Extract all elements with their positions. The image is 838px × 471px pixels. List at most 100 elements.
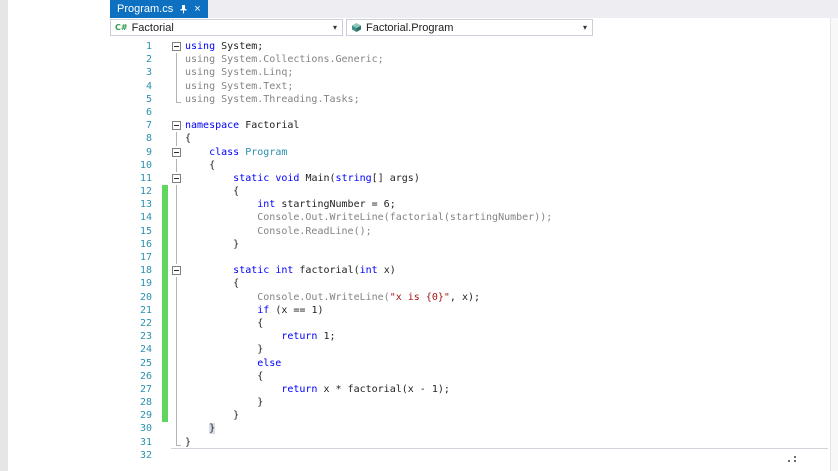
code-text[interactable]: using System.Collections.Generic;	[183, 53, 384, 66]
line-number[interactable]: 1	[110, 40, 158, 53]
code-text[interactable]: }	[183, 422, 216, 435]
code-text[interactable]: class Program	[183, 146, 287, 159]
code-line[interactable]: 30 }	[110, 422, 838, 436]
line-number[interactable]: 25	[110, 357, 158, 370]
line-number[interactable]: 22	[110, 317, 158, 330]
line-number[interactable]: 12	[110, 185, 158, 198]
code-line[interactable]: 31}	[110, 435, 838, 450]
code-text[interactable]: }	[183, 343, 263, 356]
line-number[interactable]: 30	[110, 422, 158, 435]
code-text[interactable]: return 1;	[183, 330, 335, 343]
code-line[interactable]: 22 {	[110, 316, 838, 331]
fold-toggle[interactable]	[171, 146, 183, 159]
code-text[interactable]: using System.Linq;	[183, 66, 293, 79]
line-number[interactable]: 27	[110, 383, 158, 396]
line-number[interactable]: 17	[110, 251, 158, 264]
code-line[interactable]: 4 using System.Text;	[110, 79, 838, 93]
line-number[interactable]: 8	[110, 132, 158, 145]
code-line[interactable]: 28 }	[110, 396, 838, 410]
code-line[interactable]: 16 }	[110, 237, 838, 251]
code-line[interactable]: 25 else	[110, 356, 838, 370]
code-text[interactable]: {	[183, 185, 239, 198]
code-line[interactable]: 20 Console.Out.WriteLine("x is {0}", x);	[110, 290, 838, 304]
resize-grip[interactable]	[788, 454, 800, 466]
code-line[interactable]: 10 {	[110, 158, 838, 172]
code-line[interactable]: 8{	[110, 132, 838, 146]
code-line[interactable]: 18 static int factorial(int x)	[110, 264, 838, 278]
line-number[interactable]: 26	[110, 370, 158, 383]
line-number[interactable]: 3	[110, 66, 158, 79]
line-number[interactable]: 24	[110, 343, 158, 356]
code-text[interactable]: int startingNumber = 6;	[183, 198, 395, 211]
line-number[interactable]: 9	[110, 146, 158, 159]
code-text[interactable]: {	[183, 370, 263, 383]
code-line[interactable]: 9 class Program	[110, 146, 838, 159]
code-text[interactable]: {	[183, 317, 263, 330]
line-number[interactable]: 4	[110, 80, 158, 93]
code-line[interactable]: 17	[110, 251, 838, 265]
fold-toggle[interactable]	[171, 264, 183, 277]
fold-toggle[interactable]	[171, 40, 183, 53]
code-text[interactable]: {	[183, 277, 239, 290]
code-line[interactable]: 1 using System;	[110, 40, 838, 53]
line-number[interactable]: 15	[110, 225, 158, 238]
line-number[interactable]: 6	[110, 106, 158, 119]
code-text[interactable]	[183, 449, 185, 462]
line-number[interactable]: 28	[110, 396, 158, 409]
code-line[interactable]: 5 using System.Threading.Tasks;	[110, 92, 838, 106]
code-text[interactable]	[183, 251, 185, 264]
code-line[interactable]: 19 {	[110, 277, 838, 291]
code-line[interactable]: 23 return 1;	[110, 330, 838, 344]
line-number[interactable]: 20	[110, 291, 158, 304]
code-line[interactable]: 12 {	[110, 185, 838, 199]
code-text[interactable]: if (x == 1)	[183, 304, 323, 317]
fold-toggle[interactable]	[171, 119, 183, 132]
code-area[interactable]: 1 using System; 2 using System.Collections.…	[110, 37, 838, 462]
code-text[interactable]: }	[183, 238, 239, 251]
fold-toggle[interactable]	[171, 172, 183, 185]
code-line[interactable]: 2 using System.Collections.Generic;	[110, 53, 838, 67]
code-text[interactable]: }	[183, 396, 263, 409]
line-number[interactable]: 21	[110, 304, 158, 317]
code-text[interactable]: Console.Out.WriteLine(factorial(starting…	[183, 211, 552, 224]
code-line[interactable]: 13 int startingNumber = 6;	[110, 198, 838, 212]
line-number[interactable]: 31	[110, 436, 158, 449]
code-text[interactable]: Console.ReadLine();	[183, 225, 371, 238]
code-line[interactable]: 15 Console.ReadLine();	[110, 224, 838, 238]
line-number[interactable]: 10	[110, 159, 158, 172]
code-text[interactable]: using System.Threading.Tasks;	[183, 93, 360, 106]
code-text[interactable]: }	[183, 409, 239, 422]
code-text[interactable]: using System.Text;	[183, 80, 293, 93]
code-text[interactable]: Console.Out.WriteLine("x is {0}", x);	[183, 291, 480, 304]
code-line[interactable]: 29 }	[110, 409, 838, 423]
line-number[interactable]: 19	[110, 277, 158, 290]
code-line[interactable]: 27 return x * factorial(x - 1);	[110, 382, 838, 397]
members-dropdown[interactable]: Factorial.Program ▾	[346, 19, 593, 36]
code-text[interactable]: else	[183, 357, 281, 370]
line-number[interactable]: 14	[110, 211, 158, 224]
pin-icon[interactable]	[179, 4, 188, 14]
line-number[interactable]: 13	[110, 198, 158, 211]
line-number[interactable]: 5	[110, 93, 158, 106]
code-text[interactable]: return x * factorial(x - 1);	[183, 383, 450, 396]
line-number[interactable]: 11	[110, 172, 158, 185]
line-number[interactable]: 29	[110, 409, 158, 422]
chevron-down-icon[interactable]: ▾	[333, 23, 338, 32]
code-line[interactable]: 6	[110, 106, 838, 119]
line-number[interactable]: 32	[110, 449, 158, 462]
code-text[interactable]: {	[183, 132, 191, 145]
code-text[interactable]	[183, 106, 185, 119]
code-text[interactable]: namespace Factorial	[183, 119, 299, 132]
code-text[interactable]: }	[183, 436, 191, 449]
line-number[interactable]: 23	[110, 330, 158, 343]
tab-program-cs[interactable]: Program.cs ×	[110, 0, 208, 18]
code-line[interactable]: 26 {	[110, 369, 838, 383]
code-text[interactable]: using System;	[183, 40, 263, 53]
line-number[interactable]: 2	[110, 53, 158, 66]
types-dropdown[interactable]: C# Factorial ▾	[110, 19, 343, 36]
code-line[interactable]: 21 if (x == 1)	[110, 303, 838, 317]
code-line[interactable]: 24 }	[110, 343, 838, 357]
close-icon[interactable]: ×	[194, 3, 200, 15]
code-line[interactable]: 32	[110, 449, 838, 462]
code-line[interactable]: 14 Console.Out.WriteLine(factorial(start…	[110, 211, 838, 225]
